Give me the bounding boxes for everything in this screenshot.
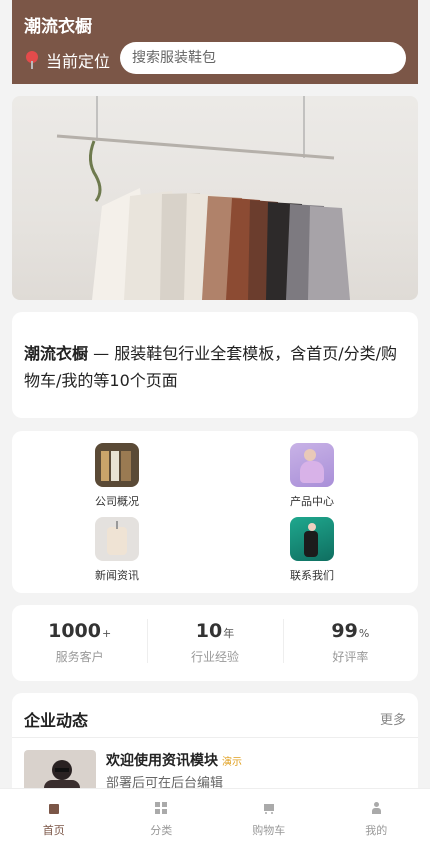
quick-link-products[interactable]: 产品中心 [272, 443, 352, 509]
quick-link-label: 公司概况 [95, 495, 139, 508]
tab-label: 分类 [150, 824, 173, 837]
stat-unit: 年 [223, 627, 235, 640]
dancer-icon [290, 517, 334, 561]
quick-link-contact[interactable]: 联系我们 [272, 517, 352, 583]
quick-links-grid: 公司概况 产品中心 新闻资讯 联系我们 [12, 431, 418, 593]
stat-experience: 10年 行业经验 [147, 605, 282, 681]
quick-link-label: 产品中心 [290, 495, 334, 508]
stats-card: 1000+ 服务客户 10年 行业经验 99% 好评率 [12, 605, 418, 681]
stat-rating: 99% 好评率 [282, 605, 418, 681]
tab-mine[interactable]: 我的 [323, 789, 430, 844]
clothes-rack-icon [95, 443, 139, 487]
cart-icon [263, 802, 275, 814]
tab-cart[interactable]: 购物车 [215, 789, 323, 844]
location-button[interactable]: 当前定位 [24, 48, 110, 72]
category-icon [155, 802, 168, 814]
tab-home[interactable]: 首页 [0, 789, 108, 844]
stat-customers: 1000+ 服务客户 [12, 605, 147, 681]
stat-label: 行业经验 [190, 650, 239, 664]
news-item-title: 欢迎使用资讯模块 演示 [106, 750, 242, 770]
tab-label: 购物车 [252, 824, 286, 837]
stat-value: 10 [195, 620, 223, 642]
blouse-icon [95, 517, 139, 561]
top-header: 潮流衣橱 当前定位 搜索服装鞋包 [12, 0, 418, 84]
more-link[interactable]: 更多 [380, 709, 406, 728]
search-input[interactable]: 搜索服装鞋包 [120, 42, 406, 74]
stat-label: 好评率 [332, 650, 369, 664]
stat-value: 1000 [48, 620, 101, 642]
tab-label: 我的 [365, 824, 388, 837]
hero-banner[interactable] [12, 96, 418, 300]
quick-link-label: 新闻资讯 [95, 569, 139, 582]
bottom-tab-bar: 首页 分类 购物车 我的 [0, 788, 430, 844]
tab-label: 首页 [42, 824, 65, 837]
news-header: 企业动态 更多 [12, 693, 418, 738]
stat-unit: % [358, 627, 370, 640]
news-title: 企业动态 [24, 711, 89, 730]
demo-tag: 演示 [222, 757, 242, 768]
home-icon [48, 802, 60, 814]
intro-brand: 潮流衣橱 [24, 344, 89, 363]
quick-link-news[interactable]: 新闻资讯 [77, 517, 157, 583]
stat-unit: + [102, 627, 112, 640]
stat-value: 99 [331, 620, 358, 642]
news-item-title-text: 欢迎使用资讯模块 [106, 753, 218, 769]
brand-title: 潮流衣橱 [24, 17, 92, 37]
intro-card: 潮流衣橱 — 服装鞋包行业全套模板，含首页/分类/购物车/我的等10个页面 [12, 312, 418, 418]
fashion-model-icon [290, 443, 334, 487]
clothes-rack-photo [56, 96, 350, 300]
stat-label: 服务客户 [55, 650, 104, 664]
quick-link-company[interactable]: 公司概况 [77, 443, 157, 509]
user-icon [370, 802, 382, 814]
tab-category[interactable]: 分类 [108, 789, 216, 844]
location-pin-icon [24, 51, 40, 69]
location-label: 当前定位 [46, 52, 111, 71]
quick-link-label: 联系我们 [290, 569, 334, 582]
